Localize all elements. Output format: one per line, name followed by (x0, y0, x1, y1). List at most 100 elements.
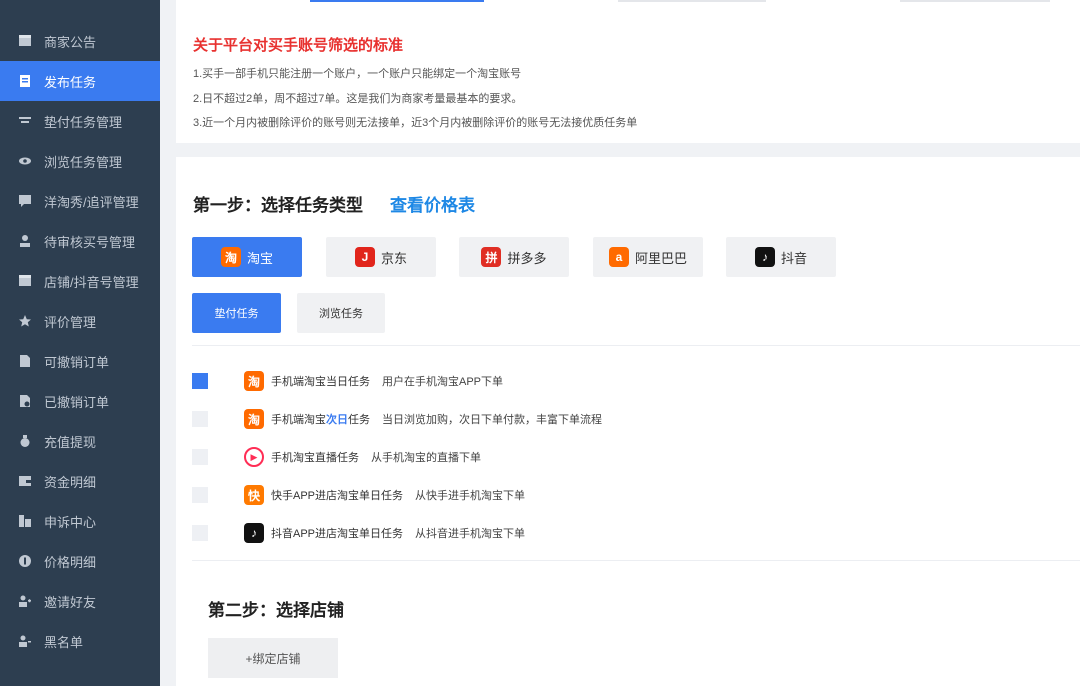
sidebar-item-label: 邀请好友 (44, 594, 97, 610)
task-checkbox[interactable] (192, 449, 208, 465)
sidebar-item-label: 商家公告 (44, 34, 97, 50)
task-checkbox[interactable] (192, 525, 208, 541)
sidebar-item-appeal-center[interactable]: 申诉中心 (0, 501, 160, 541)
task-checkbox[interactable] (192, 373, 208, 389)
money-bag-icon (18, 434, 32, 448)
sidebar-item-blacklist[interactable]: 黑名单 (0, 621, 160, 661)
notice-panel: 关于平台对买手账号筛选的标准 1.买手一部手机只能注册一个账户，一个账户只能绑定… (176, 0, 1080, 143)
jd-icon: J (354, 247, 375, 267)
task-option-row[interactable]: 淘 手机端淘宝次日任务 当日浏览加购，次日下单付款，丰富下单流程 (192, 407, 1072, 431)
notice-line: 3.近一个月内被删除评价的账号则无法接单，近3个月内被删除评价的账号无法接优质任… (193, 117, 638, 129)
sidebar: 商家公告 发布任务 垫付任务管理 浏览任务管理 洋淘秀/追评管理 待审核买号管理… (0, 0, 160, 686)
sidebar-item-label: 垫付任务管理 (44, 114, 123, 130)
task-option-row[interactable]: 淘 手机端淘宝当日任务 用户在手机淘宝APP下单 (192, 369, 1072, 393)
sidebar-item-cancelable-orders[interactable]: 可撤销订单 (0, 341, 160, 381)
sidebar-item-label: 申诉中心 (44, 514, 97, 530)
platform-label: 阿里巴巴 (634, 250, 687, 266)
sidebar-item-label: 充值提现 (44, 434, 97, 450)
sidebar-item-label: 资金明细 (44, 474, 97, 490)
sidebar-item-label: 黑名单 (44, 634, 84, 650)
price-icon (18, 554, 32, 568)
sidebar-item-buyer-review-mgmt[interactable]: 待审核买号管理 (0, 221, 160, 261)
task-name-highlight: 次日 (326, 414, 348, 426)
sidebar-item-publish-task[interactable]: 发布任务 (0, 61, 160, 101)
task-checkbox[interactable] (192, 487, 208, 503)
sidebar-item-review-followup-mgmt[interactable]: 洋淘秀/追评管理 (0, 181, 160, 221)
view-price-table-link[interactable]: 查看价格表 (390, 191, 475, 216)
alibaba-icon: a (608, 247, 629, 267)
tab-indicator (310, 0, 484, 2)
star-icon (18, 314, 32, 328)
platform-label: 拼多多 (507, 250, 547, 266)
taobao-live-icon: ▶ (244, 447, 264, 467)
sidebar-item-label: 待审核买号管理 (44, 234, 136, 250)
task-type-advance-button[interactable]: 垫付任务 (192, 293, 281, 333)
task-option-row[interactable]: ♪ 抖音APP进店淘宝单日任务 从抖音进手机淘宝下单 (192, 521, 1072, 545)
notice-title: 关于平台对买手账号筛选的标准 (193, 37, 404, 54)
taobao-icon: 淘 (220, 247, 241, 267)
platform-label: 京东 (380, 250, 407, 266)
sidebar-item-label: 已撤销订单 (44, 394, 110, 410)
douyin-icon: ♪ (754, 247, 775, 267)
sidebar-item-label: 价格明细 (44, 554, 97, 570)
platform-jd-button[interactable]: J 京东 (326, 237, 436, 277)
pinduoduo-icon: 拼 (481, 247, 502, 267)
tab-divider (618, 0, 766, 2)
task-name-suffix: 任务 (348, 414, 370, 426)
task-name-prefix: 手机端淘宝 (271, 414, 326, 426)
file-icon (18, 354, 32, 368)
list-icon (18, 114, 32, 128)
sidebar-item-label: 可撤销订单 (44, 354, 110, 370)
sidebar-item-recharge-withdraw[interactable]: 充值提现 (0, 421, 160, 461)
task-description: 从抖音进手机淘宝下单 (415, 528, 526, 540)
platform-taobao-button[interactable]: 淘 淘宝 (192, 237, 302, 277)
sidebar-item-review-mgmt[interactable]: 评价管理 (0, 301, 160, 341)
platform-label: 淘宝 (246, 250, 273, 266)
task-checkbox[interactable] (192, 411, 208, 427)
notice-line: 2.日不超过2单，周不超过7单。这是我们为商家考量最基本的要求。 (193, 93, 523, 105)
platform-pinduoduo-button[interactable]: 拼 拼多多 (459, 237, 569, 277)
step2-title: 第二步：选择店铺 (208, 601, 344, 620)
task-name: 手机端淘宝当日任务 (271, 376, 370, 388)
platform-alibaba-button[interactable]: a 阿里巴巴 (593, 237, 703, 277)
eye-icon (18, 154, 32, 168)
bind-shop-button[interactable]: +绑定店铺 (208, 638, 338, 678)
sidebar-item-label: 洋淘秀/追评管理 (44, 194, 139, 210)
task-option-row[interactable]: 快 快手APP进店淘宝单日任务 从快手进手机淘宝下单 (192, 483, 1072, 507)
divider (192, 560, 1080, 561)
store-icon (18, 34, 32, 48)
sidebar-item-shop-account-mgmt[interactable]: 店铺/抖音号管理 (0, 261, 160, 301)
document-icon (18, 74, 32, 88)
task-description: 用户在手机淘宝APP下单 (382, 376, 504, 388)
divider (192, 345, 1080, 346)
sidebar-item-invite-friends[interactable]: 邀请好友 (0, 581, 160, 621)
platform-label: 抖音 (780, 250, 807, 266)
task-name: 抖音APP进店淘宝单日任务 (271, 528, 404, 540)
task-description: 从手机淘宝的直播下单 (371, 452, 481, 464)
task-name: 手机端淘宝次日任务 (271, 411, 370, 427)
task-name: 快手APP进店淘宝单日任务 (271, 490, 404, 502)
file-cancel-icon (18, 394, 32, 408)
taobao-icon: 淘 (244, 371, 264, 391)
sidebar-item-fund-details[interactable]: 资金明细 (0, 461, 160, 501)
task-name: 手机淘宝直播任务 (271, 452, 359, 464)
sidebar-item-label: 评价管理 (44, 314, 97, 330)
sidebar-item-price-details[interactable]: 价格明细 (0, 541, 160, 581)
sidebar-item-canceled-orders[interactable]: 已撤销订单 (0, 381, 160, 421)
task-option-row[interactable]: ▶ 手机淘宝直播任务 从手机淘宝的直播下单 (192, 445, 1072, 469)
sidebar-item-advance-task-mgmt[interactable]: 垫付任务管理 (0, 101, 160, 141)
blacklist-icon (18, 634, 32, 648)
sidebar-item-merchant-notice[interactable]: 商家公告 (0, 21, 160, 61)
sidebar-item-label: 店铺/抖音号管理 (44, 274, 139, 290)
task-description: 从快手进手机淘宝下单 (415, 490, 526, 502)
sidebar-item-browse-task-mgmt[interactable]: 浏览任务管理 (0, 141, 160, 181)
platform-douyin-button[interactable]: ♪ 抖音 (726, 237, 836, 277)
sidebar-item-label: 浏览任务管理 (44, 154, 123, 170)
wallet-icon (18, 474, 32, 488)
task-config-panel: 第一步：选择任务类型 查看价格表 淘 淘宝 J 京东 拼 拼多多 a 阿里巴巴 … (176, 157, 1080, 686)
douyin-icon: ♪ (244, 523, 264, 543)
notice-line: 1.买手一部手机只能注册一个账户，一个账户只能绑定一个淘宝账号 (193, 68, 522, 80)
task-type-browse-button[interactable]: 浏览任务 (297, 293, 385, 333)
tab-divider (900, 0, 1050, 2)
appeal-icon (18, 514, 32, 528)
